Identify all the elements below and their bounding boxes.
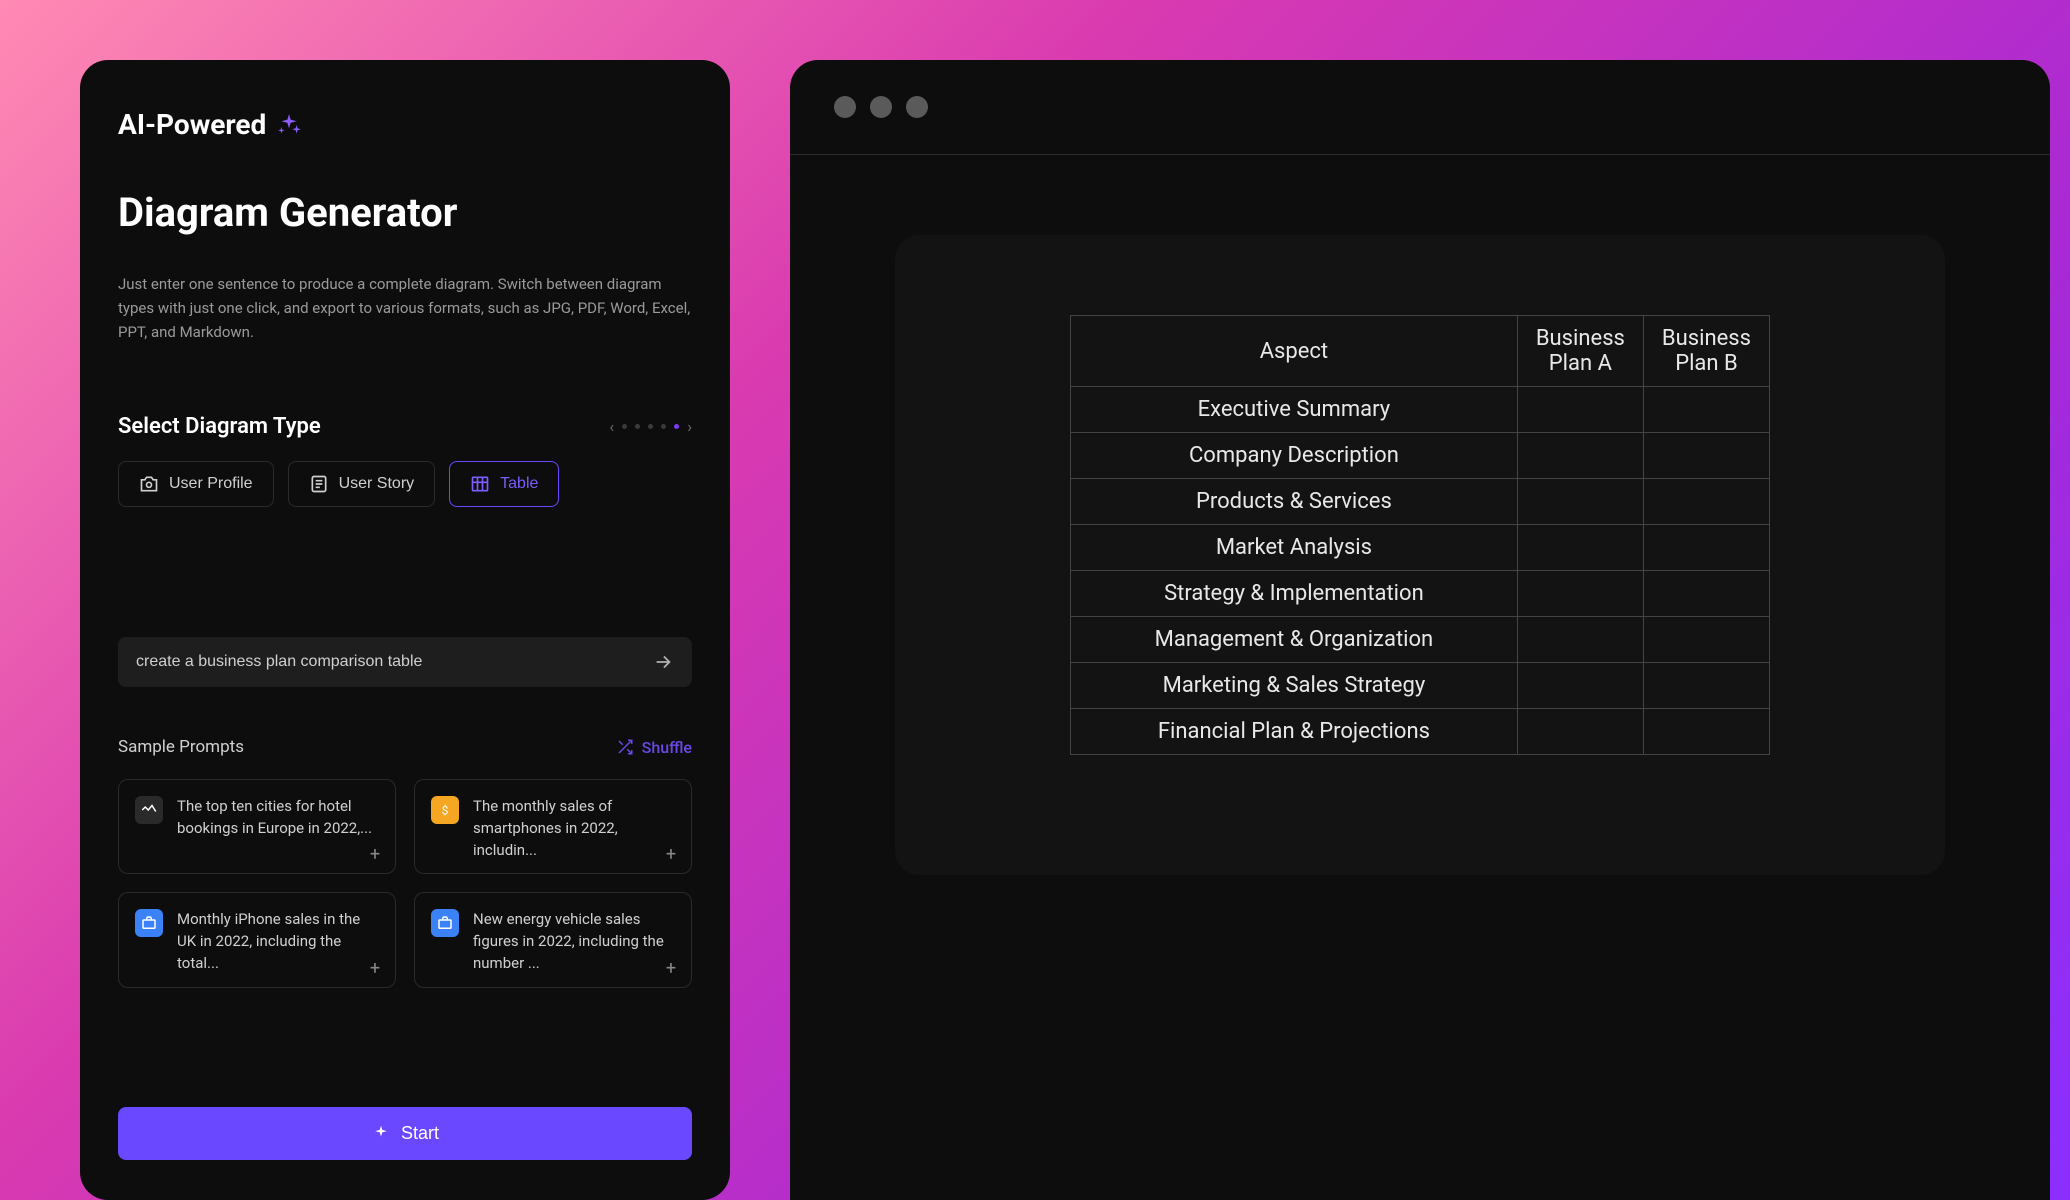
window-chrome bbox=[790, 60, 2050, 155]
dollar-icon: $ bbox=[431, 796, 459, 824]
table-cell: Management & Organization bbox=[1071, 617, 1518, 663]
diagram-type-label: User Profile bbox=[169, 475, 253, 493]
preview-table: Aspect Business Plan A Business Plan B E… bbox=[1070, 315, 1770, 755]
table-header: Aspect bbox=[1071, 316, 1518, 387]
table-cell bbox=[1643, 387, 1769, 433]
diagram-type-pagination: ‹ › bbox=[609, 419, 692, 435]
table-icon bbox=[470, 474, 490, 494]
shuffle-button[interactable]: Shuffle bbox=[616, 738, 692, 757]
prompt-text: Monthly iPhone sales in the UK in 2022, … bbox=[177, 909, 379, 974]
chevron-right-icon[interactable]: › bbox=[687, 419, 692, 435]
table-cell: Company Description bbox=[1071, 433, 1518, 479]
briefcase-icon bbox=[431, 909, 459, 937]
prompt-text: New energy vehicle sales figures in 2022… bbox=[473, 909, 675, 974]
prompt-input-row bbox=[118, 637, 692, 687]
sparkle-icon bbox=[276, 112, 302, 138]
diagram-type-table[interactable]: Table bbox=[449, 461, 559, 507]
table-cell bbox=[1517, 433, 1643, 479]
sample-prompt-card[interactable]: The top ten cities for hotel bookings in… bbox=[118, 779, 396, 874]
sample-prompt-card[interactable]: New energy vehicle sales figures in 2022… bbox=[414, 892, 692, 987]
table-cell bbox=[1517, 387, 1643, 433]
diagram-type-label: Table bbox=[500, 475, 538, 493]
shuffle-label: Shuffle bbox=[642, 738, 692, 757]
submit-arrow-icon[interactable] bbox=[652, 651, 674, 673]
window-dot bbox=[906, 96, 928, 118]
table-cell bbox=[1643, 433, 1769, 479]
window-dot bbox=[834, 96, 856, 118]
table-cell: Market Analysis bbox=[1071, 525, 1518, 571]
ai-powered-label: AI-Powered bbox=[118, 108, 266, 141]
table-row: Market Analysis bbox=[1071, 525, 1770, 571]
page-dot[interactable] bbox=[635, 424, 640, 429]
add-prompt-button[interactable]: + bbox=[365, 959, 385, 979]
table-cell bbox=[1517, 525, 1643, 571]
chevron-left-icon[interactable]: ‹ bbox=[609, 419, 614, 435]
table-cell bbox=[1643, 709, 1769, 755]
table-cell bbox=[1517, 617, 1643, 663]
table-cell: Executive Summary bbox=[1071, 387, 1518, 433]
sample-prompt-card[interactable]: $ The monthly sales of smartphones in 20… bbox=[414, 779, 692, 874]
table-row: Management & Organization bbox=[1071, 617, 1770, 663]
start-label: Start bbox=[401, 1123, 439, 1144]
table-cell bbox=[1643, 617, 1769, 663]
table-cell bbox=[1643, 525, 1769, 571]
table-header-row: Aspect Business Plan A Business Plan B bbox=[1071, 316, 1770, 387]
page-title: Diagram Generator bbox=[118, 189, 692, 236]
ai-powered-badge: AI-Powered bbox=[118, 108, 692, 141]
generator-panel: AI-Powered Diagram Generator Just enter … bbox=[80, 60, 730, 1200]
add-prompt-button[interactable]: + bbox=[365, 845, 385, 865]
table-cell: Financial Plan & Projections bbox=[1071, 709, 1518, 755]
start-button[interactable]: Start bbox=[118, 1107, 692, 1160]
table-cell bbox=[1517, 571, 1643, 617]
page-dot[interactable] bbox=[661, 424, 666, 429]
sample-prompt-card[interactable]: Monthly iPhone sales in the UK in 2022, … bbox=[118, 892, 396, 987]
table-row: Financial Plan & Projections bbox=[1071, 709, 1770, 755]
add-prompt-button[interactable]: + bbox=[661, 959, 681, 979]
table-cell bbox=[1643, 663, 1769, 709]
table-cell bbox=[1517, 479, 1643, 525]
window-dot bbox=[870, 96, 892, 118]
table-header: Business Plan A bbox=[1517, 316, 1643, 387]
table-row: Executive Summary bbox=[1071, 387, 1770, 433]
sample-prompts-label: Sample Prompts bbox=[118, 737, 244, 757]
table-row: Strategy & Implementation bbox=[1071, 571, 1770, 617]
diagram-type-label: Select Diagram Type bbox=[118, 414, 321, 439]
preview-canvas: Aspect Business Plan A Business Plan B E… bbox=[895, 235, 1945, 875]
table-row: Marketing & Sales Strategy bbox=[1071, 663, 1770, 709]
user-story-icon bbox=[309, 474, 329, 494]
table-row: Products & Services bbox=[1071, 479, 1770, 525]
briefcase-icon bbox=[135, 909, 163, 937]
add-prompt-button[interactable]: + bbox=[661, 845, 681, 865]
sparkle-icon bbox=[371, 1124, 391, 1144]
description-text: Just enter one sentence to produce a com… bbox=[118, 272, 692, 344]
table-row: Company Description bbox=[1071, 433, 1770, 479]
shuffle-icon bbox=[616, 738, 634, 756]
table-cell bbox=[1643, 479, 1769, 525]
table-cell: Strategy & Implementation bbox=[1071, 571, 1518, 617]
page-dot[interactable] bbox=[648, 424, 653, 429]
page-dot[interactable] bbox=[674, 424, 679, 429]
table-header: Business Plan B bbox=[1643, 316, 1769, 387]
preview-panel: Aspect Business Plan A Business Plan B E… bbox=[790, 60, 2050, 1200]
user-profile-icon bbox=[139, 474, 159, 494]
table-cell bbox=[1517, 709, 1643, 755]
table-cell bbox=[1643, 571, 1769, 617]
prompt-input[interactable] bbox=[136, 653, 652, 671]
svg-text:$: $ bbox=[442, 804, 449, 818]
diagram-type-label: User Story bbox=[339, 475, 415, 493]
prompt-text: The top ten cities for hotel bookings in… bbox=[177, 796, 379, 840]
table-cell: Products & Services bbox=[1071, 479, 1518, 525]
table-cell bbox=[1517, 663, 1643, 709]
page-dot[interactable] bbox=[622, 424, 627, 429]
prompt-text: The monthly sales of smartphones in 2022… bbox=[473, 796, 675, 861]
table-cell: Marketing & Sales Strategy bbox=[1071, 663, 1518, 709]
diagram-type-user-story[interactable]: User Story bbox=[288, 461, 436, 507]
diagram-type-user-profile[interactable]: User Profile bbox=[118, 461, 274, 507]
chart-icon bbox=[135, 796, 163, 824]
